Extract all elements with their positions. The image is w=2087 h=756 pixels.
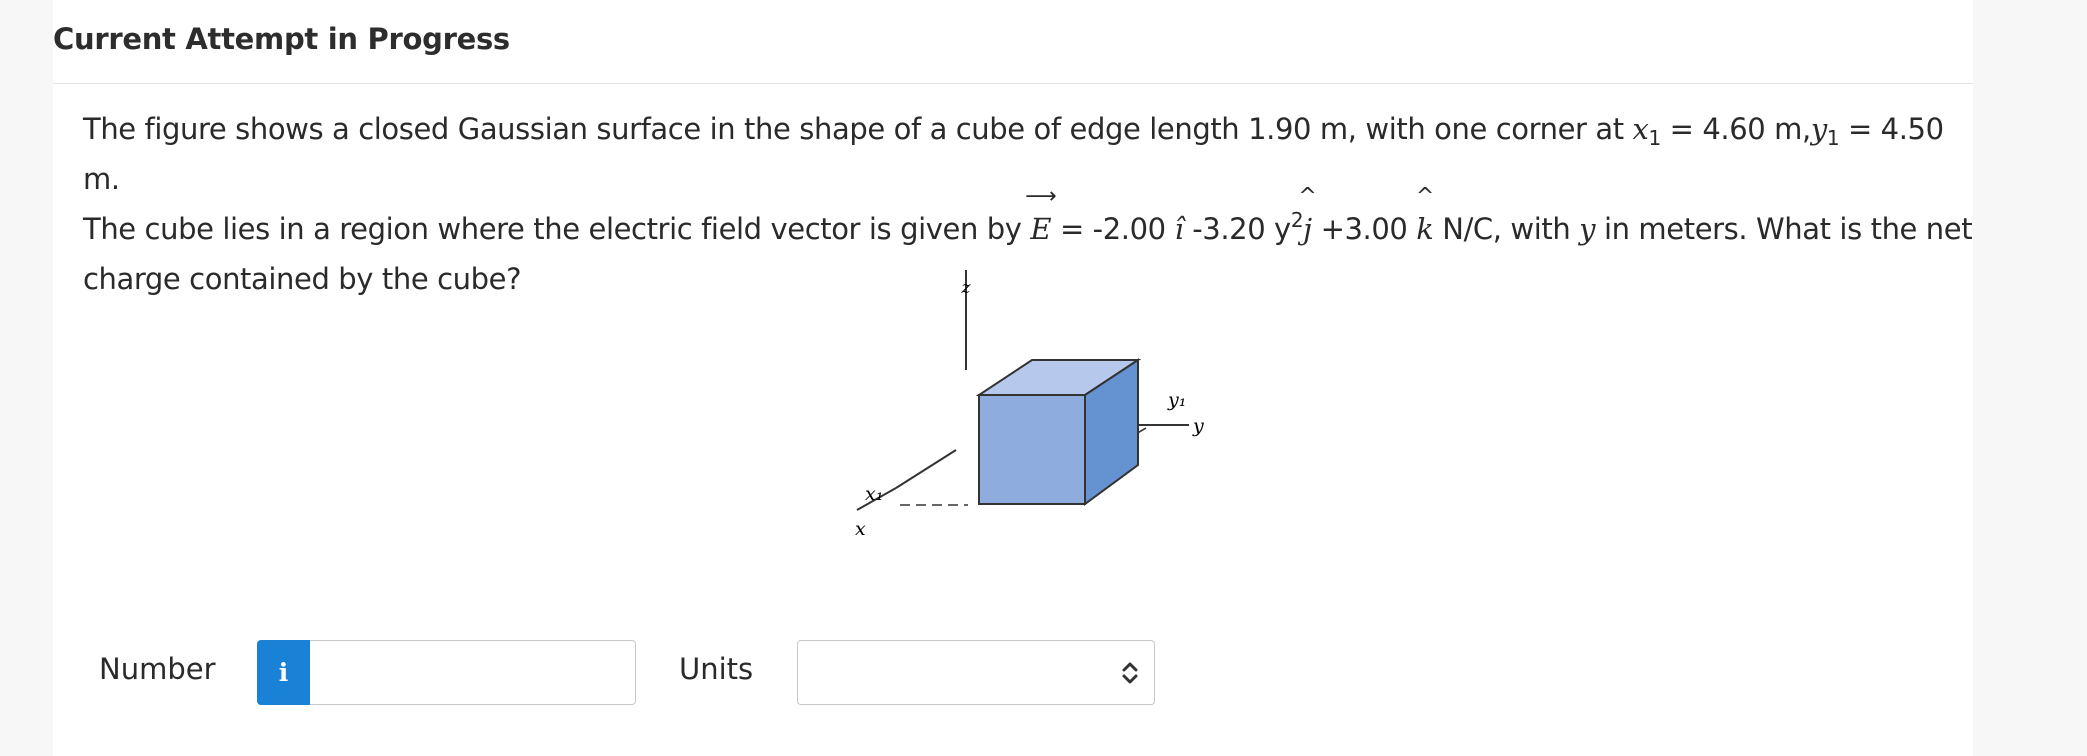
vector-arrow-icon: ⟶ (1025, 184, 1057, 209)
units-label: Units (679, 652, 754, 686)
term-j: -3.20 y (1183, 212, 1291, 246)
question-part-1: The figure shows a closed Gaussian surfa… (83, 112, 1633, 146)
x1-label: x₁ (865, 483, 883, 505)
z-axis-label: z (961, 278, 972, 298)
e-symbol: E (1030, 212, 1052, 246)
term-k: +3.00 (1311, 212, 1417, 246)
y-axis-label: y (1192, 415, 1204, 437)
units-select[interactable] (797, 640, 1155, 705)
cube-figure: z y y₁ x x₁ (793, 270, 1313, 550)
info-icon[interactable]: i (257, 640, 310, 705)
number-label: Number (99, 652, 216, 686)
j-symbol: j (1303, 212, 1312, 246)
hat-icon: ^ (1415, 184, 1434, 209)
y1-label: y₁ (1167, 389, 1186, 411)
x-axis-label: x (855, 518, 866, 540)
k-hat: ^ k (1416, 186, 1434, 254)
number-input[interactable] (310, 640, 636, 705)
header-divider (53, 83, 1973, 84)
x-value: = 4.60 m, (1660, 112, 1812, 146)
j-hat: ^ j (1298, 186, 1316, 254)
y-variable: y (1810, 112, 1827, 146)
term-i: = -2.00 (1051, 212, 1175, 246)
y-subscript: 1 (1826, 126, 1840, 150)
y-variable-2: y (1579, 212, 1596, 246)
question-panel: Current Attempt in Progress The figure s… (53, 0, 1973, 756)
cube-front-face (978, 394, 1086, 505)
question-part-3: N/C, with (1433, 212, 1580, 246)
question-part-2: The cube lies in a region where the elec… (83, 212, 1031, 246)
x-subscript: 1 (1648, 126, 1662, 150)
x-axis (895, 449, 957, 489)
page-title: Current Attempt in Progress (53, 22, 510, 56)
j-exponent: 2 (1290, 208, 1304, 232)
gaussian-cube-diagram: z y y₁ x x₁ (855, 270, 1204, 540)
k-symbol: k (1416, 212, 1434, 246)
chevron-up-down-icon (1122, 662, 1138, 684)
hat-icon: ^ (1298, 184, 1317, 209)
x-variable: x (1632, 112, 1649, 146)
e-vector: ⟶ E (1025, 186, 1057, 254)
